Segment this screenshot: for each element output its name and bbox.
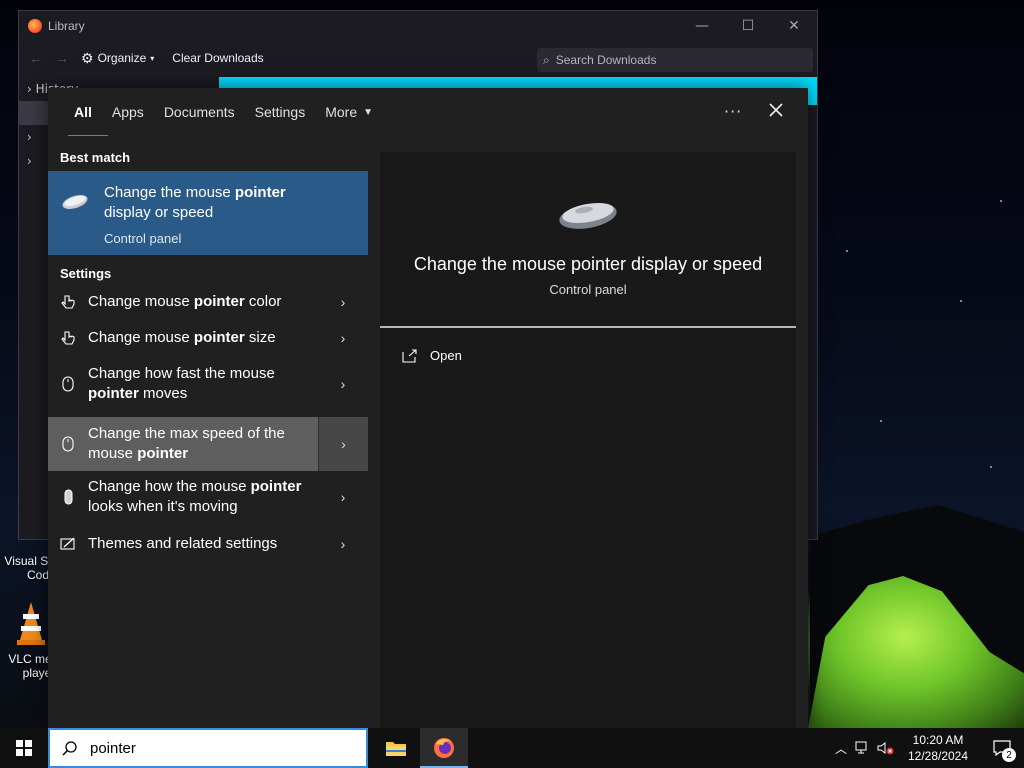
pointer-color-icon [60,294,76,310]
firefox-taskbar-button[interactable] [420,728,468,768]
tab-label: More [325,104,358,120]
clock[interactable]: 10:20 AM 12/28/2024 [896,732,980,764]
result-label: Change mouse pointer size [88,329,276,346]
library-title: Library [48,19,85,33]
mouse-trail-icon [60,489,76,505]
tab-apps[interactable]: Apps [102,88,154,136]
caret-down-icon: ▼ [363,106,374,118]
taskbar: pointer ︿ 10:20 AM 12/28/2024 2 [0,728,1024,768]
chevron-right-icon[interactable]: › [318,320,368,356]
start-button[interactable] [0,728,48,768]
system-tray: ︿ 10:20 AM 12/28/2024 2 [830,728,1024,768]
desktop-icon-label: VLC me [8,652,52,666]
chevron-down-icon: ▾ [150,53,155,63]
result-label: Change how the mouse pointer looks when … [88,478,302,515]
close-icon[interactable] [766,100,786,120]
best-match-heading: Best match [60,150,131,165]
tab-more[interactable]: More ▼ [315,88,383,136]
clock-date: 12/28/2024 [907,749,969,763]
chevron-right-icon[interactable]: › [318,526,368,562]
volume-muted-icon[interactable] [874,728,896,768]
result-label: Change mouse pointer color [88,293,282,310]
firefox-icon [434,738,454,758]
best-match-subtitle: Control panel [104,231,182,246]
chevron-right-icon: › [27,130,32,144]
chevron-right-icon[interactable]: › [318,284,368,320]
search-placeholder: Search Downloads [555,53,657,67]
search-icon [62,741,77,756]
tab-documents[interactable]: Documents [154,88,245,136]
result-pointer-trails[interactable]: Change how the mouse pointer looks when … [48,470,368,524]
mouse-icon [60,376,76,392]
back-arrow-icon[interactable]: ← [29,50,43,66]
tab-all[interactable]: All [64,88,108,138]
vlc-cone-icon [17,602,45,645]
chevron-right-icon[interactable]: › [318,417,368,471]
result-label: Change how fast the mouse pointer moves [88,365,275,402]
clock-time: 10:20 AM [912,733,964,747]
desktop-icon-vlc[interactable]: VLC me playe [6,600,52,686]
tab-settings[interactable]: Settings [245,88,316,136]
result-label: Themes and related settings [88,535,278,552]
open-external-icon [402,348,417,363]
file-explorer-button[interactable] [372,728,420,768]
close-button[interactable]: ✕ [771,11,817,41]
result-pointer-max-speed[interactable]: Change the max speed of the mouse pointe… [48,417,368,471]
result-pointer-color[interactable]: Change mouse pointer color › [48,284,368,320]
search-flyout: All Apps Documents Settings More ▼ ··· Be… [48,88,808,728]
preview-header: Change the mouse pointer display or spee… [380,152,796,328]
organize-menu-button[interactable]: ⚙ Organize ▾ [81,50,154,67]
result-pointer-size[interactable]: Change mouse pointer size › [48,320,368,356]
preview-pane: Change the mouse pointer display or spee… [380,152,796,728]
mouse-icon [559,203,617,229]
preview-title: Change the mouse pointer display or spee… [413,254,763,274]
search-icon: ⌕ [543,52,550,67]
action-center-button[interactable]: 2 [980,728,1024,768]
network-icon[interactable] [852,728,874,768]
result-pointer-speed[interactable]: Change how fast the mouse pointer moves … [48,358,368,410]
maximize-button[interactable]: ☐ [725,11,771,41]
best-match-result[interactable]: Change the mouse pointer display or spee… [48,171,368,255]
mouse-icon [62,195,88,209]
tab-label: Apps [111,104,144,120]
result-label: Change the max speed of the mouse pointe… [88,425,285,462]
organize-label: Organize [97,51,147,65]
minimize-button[interactable]: — [679,11,725,41]
best-match-title: Change the mouse pointer display or spee… [104,184,286,221]
pointer-size-icon [60,330,76,346]
desktop-icon-label: Visual St [4,554,52,568]
search-query: pointer [90,739,136,757]
results-list: Best match Change the mouse pointer disp… [48,136,368,728]
folder-icon [386,742,406,756]
windows-logo-icon [16,740,32,756]
forward-arrow-icon[interactable]: → [55,50,69,66]
gear-icon: ⚙ [81,49,94,66]
tab-label: Documents [163,104,235,120]
tab-label: Settings [254,104,306,120]
themes-icon [60,536,76,552]
chevron-right-icon: › [27,82,32,96]
firefox-icon [28,19,42,33]
mouse-icon [60,436,76,452]
open-label: Open [430,348,462,363]
preview-subtitle: Control panel [549,282,627,297]
chevron-up-icon[interactable]: ︿ [830,728,852,768]
chevron-right-icon[interactable]: › [318,358,368,410]
tab-label: All [74,104,92,120]
search-downloads-input[interactable]: ⌕ Search Downloads [537,48,813,72]
search-tabs: All Apps Documents Settings More ▼ [48,88,808,138]
chevron-right-icon: › [27,154,32,168]
taskbar-search-input[interactable]: pointer [48,728,368,768]
result-themes[interactable]: Themes and related settings › [48,526,368,562]
chevron-right-icon[interactable]: › [318,470,368,524]
notification-badge: 2 [1002,748,1016,762]
settings-heading: Settings [60,266,112,281]
clear-downloads-button[interactable]: Clear Downloads [172,51,263,65]
open-button[interactable]: Open [402,348,462,363]
more-options-icon[interactable]: ··· [724,102,742,121]
